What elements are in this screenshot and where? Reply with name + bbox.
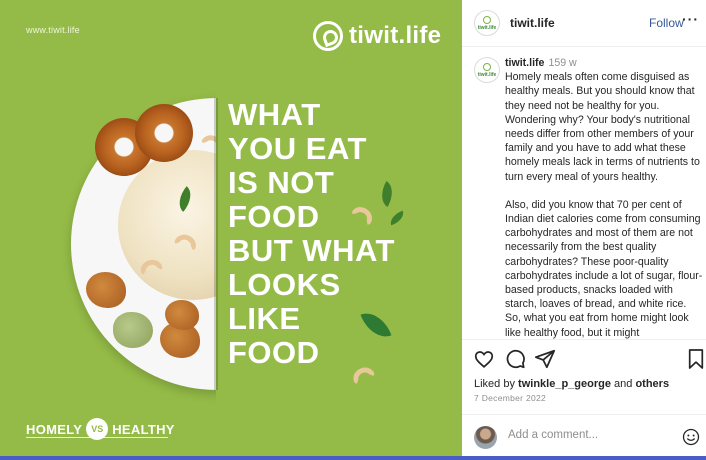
post-image[interactable]: www.tiwit.life tiwit.life WHAT YOU EAT I… <box>0 0 462 460</box>
account-avatar[interactable]: tiwit.life <box>474 10 500 36</box>
image-brand-logo: tiwit.life <box>313 21 441 51</box>
more-options-icon[interactable]: ··· <box>682 11 699 27</box>
likes-joiner: and <box>614 378 633 390</box>
likes-summary: Liked by twinkle_p_george and others <box>474 378 669 390</box>
image-brand-name: tiwit.life <box>349 22 442 49</box>
headline-line: FOOD <box>228 199 320 234</box>
image-headline: WHAT YOU EAT IS NOT FOOD BUT WHAT LOOKS … <box>228 98 428 370</box>
current-user-avatar[interactable] <box>474 426 497 449</box>
bookmark-icon[interactable] <box>687 348 705 370</box>
headline-line: LOOKS <box>228 267 341 302</box>
caption-paragraph: Homely meals often come disguised as hea… <box>505 71 700 183</box>
brand-logo-icon <box>313 21 343 51</box>
header-username[interactable]: tiwit.life <box>510 16 555 30</box>
share-icon[interactable] <box>534 348 556 370</box>
headline-line: IS NOT <box>228 165 335 200</box>
caption-text: tiwit.life 159 w Homely meals often come … <box>505 56 705 339</box>
tagline-homely: HOMELY <box>26 421 83 437</box>
caption-avatar[interactable]: tiwit.life <box>474 57 500 83</box>
tagline-healthy: HEALTHY <box>112 421 175 437</box>
tiwit-logo-icon: tiwit.life <box>478 15 496 31</box>
headline-line: FOOD <box>228 335 320 370</box>
heart-icon[interactable] <box>473 348 495 370</box>
likes-prefix: Liked by <box>474 378 515 390</box>
plate-cut-shadow <box>214 98 218 390</box>
green-chutney <box>113 312 153 348</box>
tagline-underline <box>26 437 168 438</box>
smiley-icon[interactable] <box>682 428 700 446</box>
divider <box>462 339 706 340</box>
liked-by-user[interactable]: twinkle_p_george <box>518 378 611 390</box>
fried-snack <box>86 272 126 308</box>
accent-bar <box>0 456 706 460</box>
post-date[interactable]: 7 December 2022 <box>474 393 546 403</box>
comment-input[interactable] <box>508 429 658 441</box>
food-plate-illustration <box>0 0 216 460</box>
headline-line: WHAT <box>228 97 321 132</box>
caption-username[interactable]: tiwit.life <box>505 57 544 69</box>
headline-line: BUT WHAT <box>228 233 395 268</box>
fried-snack <box>165 300 199 330</box>
post-header: tiwit.life tiwit.life Follow ··· <box>462 0 706 47</box>
comment-composer <box>462 415 706 460</box>
post-actions-bar <box>462 348 706 372</box>
post-details-panel: tiwit.life tiwit.life Follow ··· tiwit.l… <box>462 0 706 460</box>
account-avatar[interactable]: tiwit.life <box>474 57 500 83</box>
vada-donut <box>135 104 193 162</box>
headline-line: YOU EAT <box>228 131 367 166</box>
tiwit-logo-icon: tiwit.life <box>478 62 496 78</box>
caption-scroll-area[interactable]: tiwit.life tiwit.life 159 w Homely meals … <box>462 47 706 339</box>
headline-line: LIKE <box>228 301 301 336</box>
follow-button[interactable]: Follow <box>649 16 684 30</box>
caption-timestamp[interactable]: 159 w <box>548 57 576 69</box>
comment-icon[interactable] <box>504 348 526 370</box>
likes-others-link[interactable]: others <box>635 378 669 390</box>
caption-paragraph: Also, did you know that 70 per cent of I… <box>505 198 703 339</box>
